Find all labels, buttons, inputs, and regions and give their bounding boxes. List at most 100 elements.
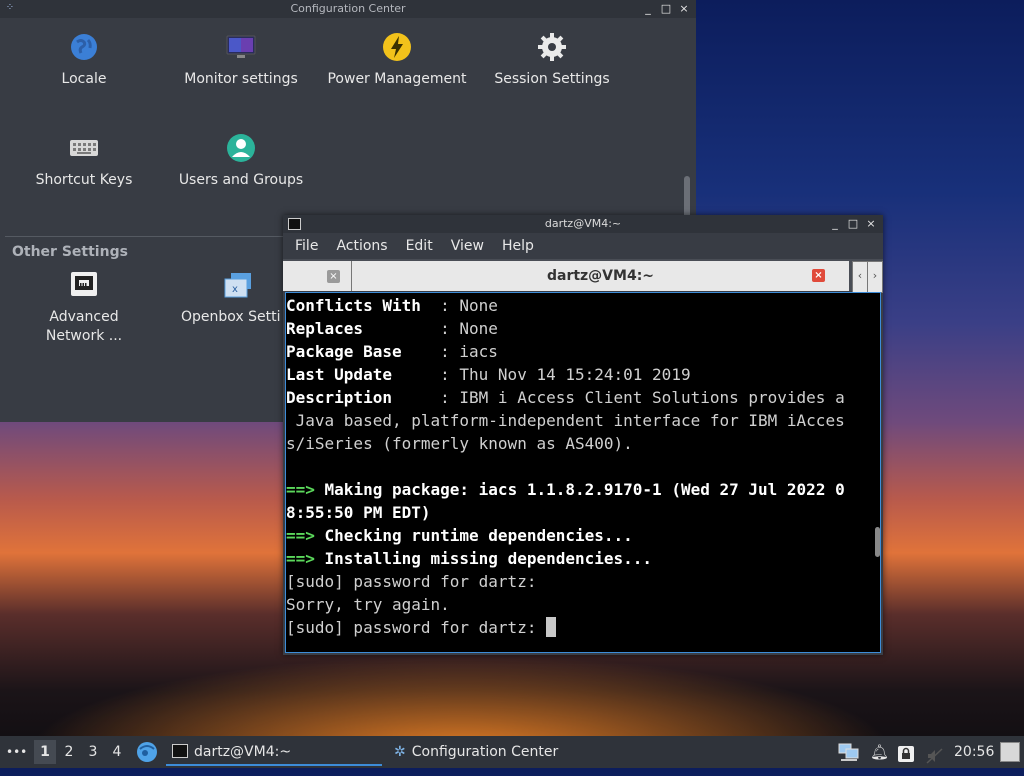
terminal-line: [sudo] password for dartz: <box>286 616 880 639</box>
prompt-arrow: ==> <box>286 549 315 568</box>
config-scrollbar[interactable] <box>684 176 690 220</box>
terminal-line: Conflicts With : None <box>286 294 880 317</box>
terminal-key: Description <box>286 388 441 407</box>
terminal-key: Making package: iacs 1.1.8.2.9170-1 (Wed… <box>314 480 845 499</box>
menu-file[interactable]: File <box>295 238 318 254</box>
terminal-line: s/iSeries (formerly known as AS400). <box>286 432 880 455</box>
browser-launcher-icon[interactable] <box>136 741 158 763</box>
tab-close-icon[interactable]: × <box>812 269 825 282</box>
minimize-icon[interactable]: _ <box>829 218 841 230</box>
task-configuration-center[interactable]: ✲ Configuration Center <box>390 738 610 766</box>
tab-scroll-right-icon[interactable]: › <box>867 261 883 293</box>
menu-edit[interactable]: Edit <box>406 238 433 254</box>
openbox-icon: x <box>223 270 253 300</box>
other-settings-title: Other Settings <box>12 244 128 260</box>
locale-item[interactable]: Locale <box>4 32 164 89</box>
tab-scroll-left-icon[interactable]: ‹ <box>852 261 868 293</box>
session-settings-label: Session Settings <box>494 71 610 87</box>
advanced-network-item[interactable]: Advanced Network ... <box>4 270 164 346</box>
terminal-output[interactable]: Conflicts With : None Replaces : None Pack… <box>285 292 881 653</box>
show-desktop-button[interactable] <box>1000 742 1020 762</box>
terminal-line: Replaces : None <box>286 317 880 340</box>
close-icon[interactable]: × <box>678 3 690 15</box>
lock-icon[interactable] <box>897 743 915 762</box>
terminal-text: : iacs <box>440 342 498 361</box>
menu-view[interactable]: View <box>451 238 484 254</box>
power-icon <box>382 32 412 62</box>
shortcut-keys-label: Shortcut Keys <box>35 172 133 188</box>
config-titlebar[interactable]: ⁘ Configuration Center _ □ × <box>0 0 696 18</box>
terminal-scrollbar[interactable] <box>875 527 880 557</box>
clock[interactable]: 20:56 <box>954 736 994 768</box>
terminal-key: Replaces <box>286 319 441 338</box>
terminal-key: Conflicts With <box>286 296 441 315</box>
volume-muted-icon[interactable] <box>926 744 944 764</box>
terminal-line: Package Base : iacs <box>286 340 880 363</box>
config-icon: ✲ <box>394 744 406 760</box>
prompt-arrow: ==> <box>286 480 315 499</box>
task-terminal-label: dartz@VM4:~ <box>194 744 292 760</box>
tab-close-icon[interactable]: × <box>327 270 340 283</box>
terminal-line: Sorry, try again. <box>286 593 880 616</box>
monitor-settings-item[interactable]: Monitor settings <box>161 32 321 89</box>
gear-icon <box>537 32 567 62</box>
network-tray-icon[interactable] <box>838 742 860 762</box>
minimize-icon[interactable]: _ <box>642 3 654 15</box>
terminal-line: Last Update : Thu Nov 14 15:24:01 2019 <box>286 363 880 386</box>
svg-text:x: x <box>232 284 238 295</box>
app-menu-icon[interactable]: ⁘ <box>5 3 15 13</box>
workspace-3[interactable]: 3 <box>82 740 104 764</box>
terminal-key: Installing missing dependencies... <box>314 549 653 568</box>
power-management-label: Power Management <box>327 71 467 87</box>
openbox-settings-label: Openbox Settin <box>181 309 281 325</box>
tab-active[interactable]: dartz@VM4:~ × <box>352 261 849 291</box>
tab-title: dartz@VM4:~ <box>546 268 655 284</box>
terminal-text: : None <box>440 296 498 315</box>
terminal-menubar: File Actions Edit View Help <box>283 233 883 259</box>
terminal-icon <box>172 744 188 758</box>
text-cursor <box>546 617 557 637</box>
section-divider <box>5 236 285 237</box>
maximize-icon[interactable]: □ <box>660 3 672 15</box>
close-icon[interactable]: × <box>865 218 877 230</box>
terminal-key: 8:55:50 PM EDT) <box>286 503 431 522</box>
users-and-groups-label: Users and Groups <box>178 172 304 188</box>
terminal-line: [sudo] password for dartz: <box>286 570 880 593</box>
shortcut-keys-item[interactable]: Shortcut Keys <box>4 133 164 190</box>
workspace-2[interactable]: 2 <box>58 740 80 764</box>
power-management-item[interactable]: Power Management <box>317 32 477 89</box>
terminal-app-icon <box>288 218 301 230</box>
openbox-settings-item[interactable]: x Openbox Settin <box>161 270 281 327</box>
session-settings-item[interactable]: Session Settings <box>472 32 632 89</box>
main-menu-button[interactable]: ••• <box>6 736 27 768</box>
terminal-title: dartz@VM4:~ <box>544 217 622 230</box>
terminal-text: Java based, platform-independent interfa… <box>286 411 845 430</box>
keyboard-icon <box>69 133 99 163</box>
terminal-line: Description : IBM i Access Client Soluti… <box>286 386 880 409</box>
terminal-text: Sorry, try again. <box>286 595 450 614</box>
terminal-line: ==> Making package: iacs 1.1.8.2.9170-1 … <box>286 478 880 501</box>
notification-bell-icon[interactable]: 🔔︎ <box>870 736 889 768</box>
user-icon <box>226 133 256 163</box>
taskbar: ••• 1 2 3 4 dartz@VM4:~ ✲ Configuration C… <box>0 736 1024 768</box>
terminal-titlebar[interactable]: dartz@VM4:~ _ □ × <box>283 215 883 233</box>
terminal-text: [sudo] password for dartz: <box>286 572 537 591</box>
users-and-groups-item[interactable]: Users and Groups <box>161 133 321 190</box>
monitor-icon <box>226 32 256 62</box>
network-icon <box>69 270 99 300</box>
task-terminal[interactable]: dartz@VM4:~ <box>166 738 382 766</box>
advanced-network-label: Advanced Network ... <box>45 309 123 344</box>
terminal-tabbar: × dartz@VM4:~ × ‹ › <box>283 259 883 293</box>
terminal-text: : IBM i Access Client Solutions provides… <box>440 388 845 407</box>
terminal-line: Java based, platform-independent interfa… <box>286 409 880 432</box>
globe-icon <box>69 32 99 62</box>
tab-inactive[interactable]: × <box>283 261 352 291</box>
maximize-icon[interactable]: □ <box>847 218 859 230</box>
terminal-key: Package Base <box>286 342 441 361</box>
menu-actions[interactable]: Actions <box>336 238 387 254</box>
workspace-4[interactable]: 4 <box>106 740 128 764</box>
prompt-arrow: ==> <box>286 526 315 545</box>
menu-help[interactable]: Help <box>502 238 534 254</box>
workspace-1[interactable]: 1 <box>34 740 56 764</box>
